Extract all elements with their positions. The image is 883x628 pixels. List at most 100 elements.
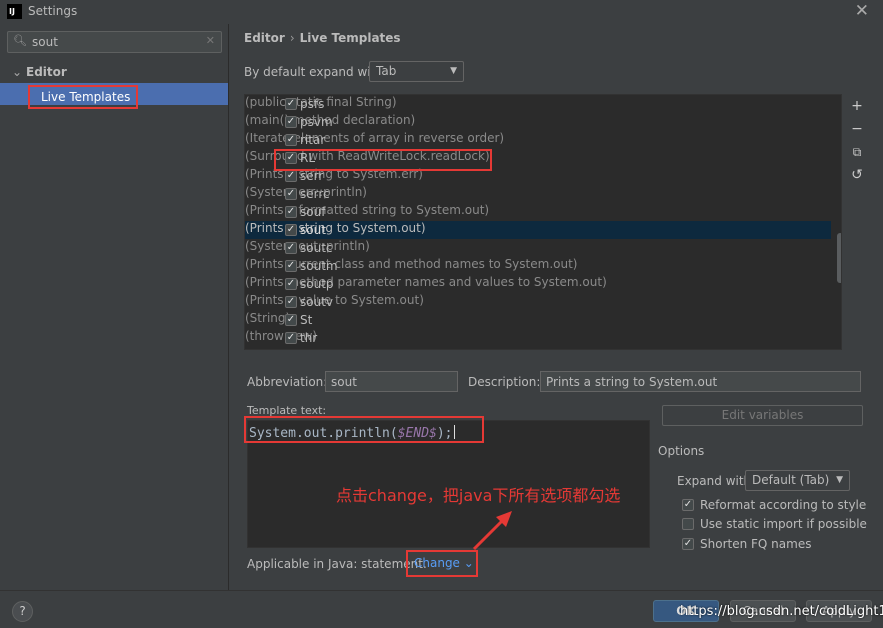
template-abbreviation: St (300, 313, 313, 327)
template-row[interactable]: ✓ soutv (Prints a value to System.out) (245, 293, 831, 311)
checkbox-checked-icon[interactable]: ✓ (285, 98, 297, 110)
edit-variables-button[interactable]: Edit variables (662, 405, 863, 426)
template-description: (Prints a string to System.out) (245, 221, 426, 235)
checkbox-checked-icon[interactable]: ✓ (285, 314, 297, 326)
checkbox-unchecked-icon[interactable] (682, 518, 694, 530)
checkbox-checked-icon[interactable]: ✓ (285, 170, 297, 182)
template-abbreviation: sout (300, 223, 326, 237)
chevron-down-icon: ⌄ (463, 556, 474, 570)
search-input[interactable] (32, 34, 197, 50)
highlight-box-sout (274, 149, 492, 171)
remove-icon[interactable]: − (849, 121, 865, 137)
checkbox-checked-icon[interactable]: ✓ (682, 538, 694, 550)
template-text-editor[interactable]: System.out.println($END$); 点击change，把jav… (244, 416, 650, 548)
template-abbreviation: psvm (300, 115, 333, 129)
tree-item-editor-label: Editor (26, 65, 67, 79)
watermark-text: https://blog.csdn.net/coldLight1 (680, 604, 883, 619)
chevron-down-icon: ⌄ (12, 65, 23, 79)
template-row[interactable]: ✓ soutp (Prints method parameter names an… (245, 275, 831, 293)
change-link-label: Change (414, 556, 460, 570)
breadcrumb: Editor › Live Templates (244, 31, 401, 45)
template-row[interactable]: ✓ psfs (public static final String) (245, 95, 831, 113)
template-code[interactable]: System.out.println($END$); (249, 425, 455, 441)
annotation-text: 点击change，把java下所有选项都勾选 (336, 486, 621, 505)
settings-search[interactable]: 🔍︎ ✕ (7, 31, 222, 53)
tree-item-editor[interactable]: ⌄ Editor (12, 65, 67, 79)
close-icon[interactable]: ✕ (855, 1, 869, 21)
copy-icon[interactable]: ⧉ (849, 144, 865, 160)
clear-icon[interactable]: ✕ (206, 34, 215, 47)
intellij-logo-icon: IJ (7, 4, 22, 19)
template-description: (String) (245, 311, 291, 325)
restore-icon[interactable]: ↺ (849, 167, 865, 183)
add-icon[interactable]: + (849, 98, 865, 114)
options-heading: Options (658, 444, 705, 458)
checkbox-checked-icon[interactable]: ✓ (285, 206, 297, 218)
template-abbreviation: thr (300, 331, 318, 345)
main-panel: Editor › Live Templates By default expand … (230, 24, 883, 590)
default-expand-select[interactable]: Tab ▼ (369, 61, 464, 82)
default-expand-value: Tab (376, 64, 397, 78)
template-abbreviation: ritar (300, 133, 326, 147)
template-row[interactable]: ✓ soutm (Prints current class and method … (245, 257, 831, 275)
template-abbreviation: souf (300, 205, 326, 219)
help-button[interactable]: ? (12, 601, 33, 622)
breadcrumb-live-templates: Live Templates (299, 31, 401, 45)
checkbox-checked-icon[interactable]: ✓ (285, 296, 297, 308)
highlight-box-change: Change ⌄ (406, 550, 478, 577)
title-bar: IJ Settings ✕ (0, 0, 883, 24)
text-cursor (453, 425, 455, 439)
breadcrumb-separator: › (289, 31, 295, 45)
abbreviation-label: Abbreviation: (247, 375, 328, 389)
template-abbreviation: serr (300, 169, 324, 183)
template-description: (Prints a formatted string to System.out… (245, 203, 490, 217)
template-row[interactable]: ✓ soutc (System.out::println) (245, 239, 831, 257)
template-abbreviation: serrc (300, 187, 330, 201)
description-input[interactable] (540, 371, 861, 392)
options-expand-label: Expand with (677, 474, 752, 488)
abbreviation-input[interactable] (325, 371, 458, 392)
options-expand-select[interactable]: Default (Tab) ▼ (745, 470, 850, 491)
template-abbreviation: soutv (300, 295, 334, 309)
checkbox-checked-icon[interactable]: ✓ (285, 134, 297, 146)
checkbox-checked-icon[interactable]: ✓ (682, 499, 694, 511)
checkbox-checked-icon[interactable]: ✓ (285, 278, 297, 290)
template-abbreviation: soutm (300, 259, 338, 273)
checkbox-checked-icon[interactable]: ✓ (285, 332, 297, 344)
dropdown-arrow-icon: ▼ (450, 66, 457, 76)
option-reformat-label: Reformat according to style (700, 498, 867, 512)
option-shorten-fq-label: Shorten FQ names (700, 537, 812, 551)
code-prefix: System.out.println( (249, 426, 398, 441)
checkbox-checked-icon[interactable]: ✓ (285, 242, 297, 254)
window-title: Settings (28, 4, 78, 18)
checkbox-checked-icon[interactable]: ✓ (285, 224, 297, 236)
checkbox-checked-icon[interactable]: ✓ (285, 116, 297, 128)
template-abbreviation: soutc (300, 241, 333, 255)
template-row[interactable]: ✓ sout (Prints a string to System.out) (245, 221, 831, 239)
code-variable: $END$ (397, 426, 437, 441)
description-label: Description: (468, 375, 541, 389)
checkbox-checked-icon[interactable]: ✓ (285, 188, 297, 200)
tree-item-live-templates[interactable]: Live Templates (28, 85, 138, 109)
template-description: (Iterate elements of array in reverse or… (245, 131, 505, 145)
template-row[interactable]: ✓ souf (Prints a formatted string to Syst… (245, 203, 831, 221)
template-row[interactable]: ✓ thr (throw new) (245, 329, 831, 347)
template-abbreviation: soutp (300, 277, 334, 291)
annotation-arrow-icon (472, 511, 512, 551)
template-list[interactable]: ✓ psfs (public static final String) ✓ psvm … (244, 94, 842, 350)
template-row[interactable]: ✓ St (String) (245, 311, 831, 329)
template-row[interactable]: ✓ serrc (System.err::println) (245, 185, 831, 203)
change-context-link[interactable]: Change ⌄ (414, 556, 474, 570)
settings-sidebar: 🔍︎ ✕ ⌄Editor Live Templates (0, 24, 229, 590)
template-row[interactable]: ✓ ritar (Iterate elements of array in rev… (245, 131, 831, 149)
list-scrollbar[interactable] (837, 233, 841, 283)
template-description: (Prints a value to System.out) (245, 293, 424, 307)
code-suffix: ); (436, 426, 453, 441)
search-icon: 🔍︎ (13, 34, 27, 47)
template-row[interactable]: ✓ psvm (main() method declaration) (245, 113, 831, 131)
checkbox-checked-icon[interactable]: ✓ (285, 260, 297, 272)
dropdown-arrow-icon: ▼ (836, 475, 843, 485)
option-static-import-label: Use static import if possible (700, 517, 867, 531)
applicable-context-label: Applicable in Java: statement. (247, 557, 427, 571)
breadcrumb-editor[interactable]: Editor (244, 31, 285, 45)
